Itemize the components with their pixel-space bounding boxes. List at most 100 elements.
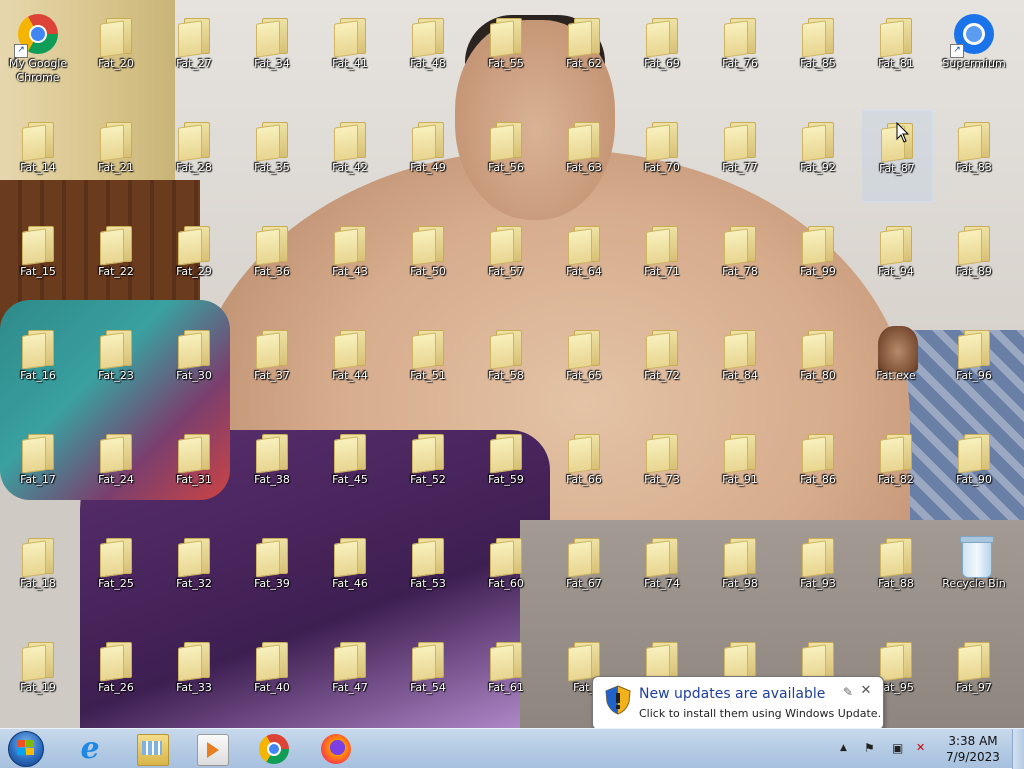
clock[interactable]: 3:38 AM 7/9/2023 (934, 733, 1012, 765)
desktop-icon-fat-32[interactable]: Fat_32 (159, 526, 229, 616)
desktop-icon-fat-93[interactable]: Fat_93 (783, 526, 853, 616)
desktop-icon-fat-39[interactable]: Fat_39 (237, 526, 307, 616)
desktop-icon-fat-74[interactable]: Fat_74 (627, 526, 697, 616)
desktop-icon-fat-53[interactable]: Fat_53 (393, 526, 463, 616)
desktop-icon-fat-20[interactable]: Fat_20 (81, 6, 151, 96)
desktop-icon-fat-21[interactable]: Fat_21 (81, 110, 151, 200)
desktop-icon-fat-48[interactable]: Fat_48 (393, 6, 463, 96)
volume-muted-icon[interactable]: ✕ (916, 741, 925, 754)
desktop-icon-fat-26[interactable]: Fat_26 (81, 630, 151, 720)
desktop-icon-fat-34[interactable]: Fat_34 (237, 6, 307, 96)
desktop-icon-fat-73[interactable]: Fat_73 (627, 422, 697, 512)
desktop-icon-fat-98[interactable]: Fat_98 (705, 526, 775, 616)
desktop-icon-fat-85[interactable]: Fat_85 (783, 6, 853, 96)
desktop-icon-fat-33[interactable]: Fat_33 (159, 630, 229, 720)
desktop-icon-fat-17[interactable]: Fat_17 (3, 422, 73, 512)
desktop-icon-fat-96[interactable]: Fat_96 (939, 318, 1009, 408)
update-notification[interactable]: New updates are available Click to insta… (592, 676, 884, 740)
desktop-icon-fat-35[interactable]: Fat_35 (237, 110, 307, 200)
desktop-icon-fat-49[interactable]: Fat_49 (393, 110, 463, 200)
taskbar-windows-explorer[interactable] (124, 731, 178, 767)
desktop-icon-supermium[interactable]: ↗ Supermium (939, 6, 1009, 96)
desktop-icon-fat-64[interactable]: Fat_64 (549, 214, 619, 304)
desktop-icon-fat-69[interactable]: Fat_69 (627, 6, 697, 96)
desktop-icon-fat-91[interactable]: Fat_91 (705, 422, 775, 512)
desktop-icon-fat-52[interactable]: Fat_52 (393, 422, 463, 512)
desktop-icon-fat-24[interactable]: Fat_24 (81, 422, 151, 512)
pin-icon[interactable]: ✎ (841, 685, 855, 699)
desktop-icon-fat-76[interactable]: Fat_76 (705, 6, 775, 96)
desktop-icon-fat-80[interactable]: Fat_80 (783, 318, 853, 408)
desktop-icon-fat-15[interactable]: Fat_15 (3, 214, 73, 304)
desktop-icon-fat-44[interactable]: Fat_44 (315, 318, 385, 408)
desktop-icon-fat-31[interactable]: Fat_31 (159, 422, 229, 512)
desktop-icon-fat-65[interactable]: Fat_65 (549, 318, 619, 408)
desktop-icon-fat-29[interactable]: Fat_29 (159, 214, 229, 304)
desktop-icon-fat-77[interactable]: Fat_77 (705, 110, 775, 200)
notification-title[interactable]: New updates are available (639, 686, 825, 702)
desktop-icon-fat-83[interactable]: Fat_83 (939, 110, 1009, 200)
desktop-icon-fat-61[interactable]: Fat_61 (471, 630, 541, 720)
desktop-icon-fat-38[interactable]: Fat_38 (237, 422, 307, 512)
desktop-icon-fat-88[interactable]: Fat_88 (861, 526, 931, 616)
show-desktop-button[interactable] (1012, 729, 1024, 769)
desktop-icon-fat-97[interactable]: Fat_97 (939, 630, 1009, 720)
notification-body[interactable]: Click to install them using Windows Upda… (639, 707, 881, 720)
desktop-icon-fat-71[interactable]: Fat_71 (627, 214, 697, 304)
taskbar-google-chrome[interactable] (246, 731, 300, 767)
action-center-icon[interactable]: ⚑ (864, 741, 875, 755)
desktop-icon-fat-56[interactable]: Fat_56 (471, 110, 541, 200)
desktop-icon-fat-22[interactable]: Fat_22 (81, 214, 151, 304)
desktop-icon-fat-70[interactable]: Fat_70 (627, 110, 697, 200)
taskbar-firefox[interactable] (308, 731, 362, 767)
desktop-icon-fat-16[interactable]: Fat_16 (3, 318, 73, 408)
desktop-icon-fat-58[interactable]: Fat_58 (471, 318, 541, 408)
desktop-icon-fat-45[interactable]: Fat_45 (315, 422, 385, 512)
desktop-icon-fat-63[interactable]: Fat_63 (549, 110, 619, 200)
desktop-icon-fat-23[interactable]: Fat_23 (81, 318, 151, 408)
desktop-icon-fat-90[interactable]: Fat_90 (939, 422, 1009, 512)
desktop-icon-fat-86[interactable]: Fat_86 (783, 422, 853, 512)
desktop-icon-fat-92[interactable]: Fat_92 (783, 110, 853, 200)
desktop-icon-fat-40[interactable]: Fat_40 (237, 630, 307, 720)
desktop-icon-fat-60[interactable]: Fat_60 (471, 526, 541, 616)
desktop-icon-fat-66[interactable]: Fat_66 (549, 422, 619, 512)
desktop-icon-fat-47[interactable]: Fat_47 (315, 630, 385, 720)
desktop-icon-fat-exe[interactable]: Fat.exe (861, 318, 931, 408)
desktop-icon-fat-94[interactable]: Fat_94 (861, 214, 931, 304)
desktop-icon-fat-19[interactable]: Fat_19 (3, 630, 73, 720)
desktop-icon-fat-67[interactable]: Fat_67 (549, 526, 619, 616)
desktop-icon-fat-59[interactable]: Fat_59 (471, 422, 541, 512)
desktop-icon-fat-55[interactable]: Fat_55 (471, 6, 541, 96)
desktop-icon-fat-81[interactable]: Fat_81 (861, 6, 931, 96)
desktop-icon-fat-84[interactable]: Fat_84 (705, 318, 775, 408)
desktop-icon-fat-82[interactable]: Fat_82 (861, 422, 931, 512)
desktop-icon-fat-43[interactable]: Fat_43 (315, 214, 385, 304)
desktop-icon-fat-28[interactable]: Fat_28 (159, 110, 229, 200)
desktop-icon-fat-37[interactable]: Fat_37 (237, 318, 307, 408)
desktop-icon-fat-27[interactable]: Fat_27 (159, 6, 229, 96)
desktop-icon-recycle-bin[interactable]: Recycle Bin (939, 526, 1009, 616)
desktop-icon-fat-50[interactable]: Fat_50 (393, 214, 463, 304)
taskbar-media-player[interactable] (184, 731, 238, 767)
start-button[interactable] (6, 730, 46, 768)
desktop-icon-fat-41[interactable]: Fat_41 (315, 6, 385, 96)
network-icon[interactable]: ▣ (892, 741, 903, 755)
show-hidden-icons-icon[interactable]: ▲ (840, 743, 847, 753)
desktop-icon-fat-72[interactable]: Fat_72 (627, 318, 697, 408)
desktop-icon-fat-36[interactable]: Fat_36 (237, 214, 307, 304)
taskbar-internet-explorer[interactable]: e (62, 731, 116, 767)
desktop-icon-fat-62[interactable]: Fat_62 (549, 6, 619, 96)
desktop-icon-fat-89[interactable]: Fat_89 (939, 214, 1009, 304)
desktop-icon-fat-78[interactable]: Fat_78 (705, 214, 775, 304)
desktop-icon-fat-30[interactable]: Fat_30 (159, 318, 229, 408)
close-icon[interactable]: ✕ (859, 683, 873, 698)
desktop-icon-fat-57[interactable]: Fat_57 (471, 214, 541, 304)
desktop-icon-fat-42[interactable]: Fat_42 (315, 110, 385, 200)
desktop-icon-fat-51[interactable]: Fat_51 (393, 318, 463, 408)
desktop-icon-fat-54[interactable]: Fat_54 (393, 630, 463, 720)
desktop-icon-fat-99[interactable]: Fat_99 (783, 214, 853, 304)
desktop-icon-my-google-chrome[interactable]: ↗ My Google Chrome (3, 6, 73, 96)
desktop-icon-fat-46[interactable]: Fat_46 (315, 526, 385, 616)
desktop-icon-fat-18[interactable]: Fat_18 (3, 526, 73, 616)
